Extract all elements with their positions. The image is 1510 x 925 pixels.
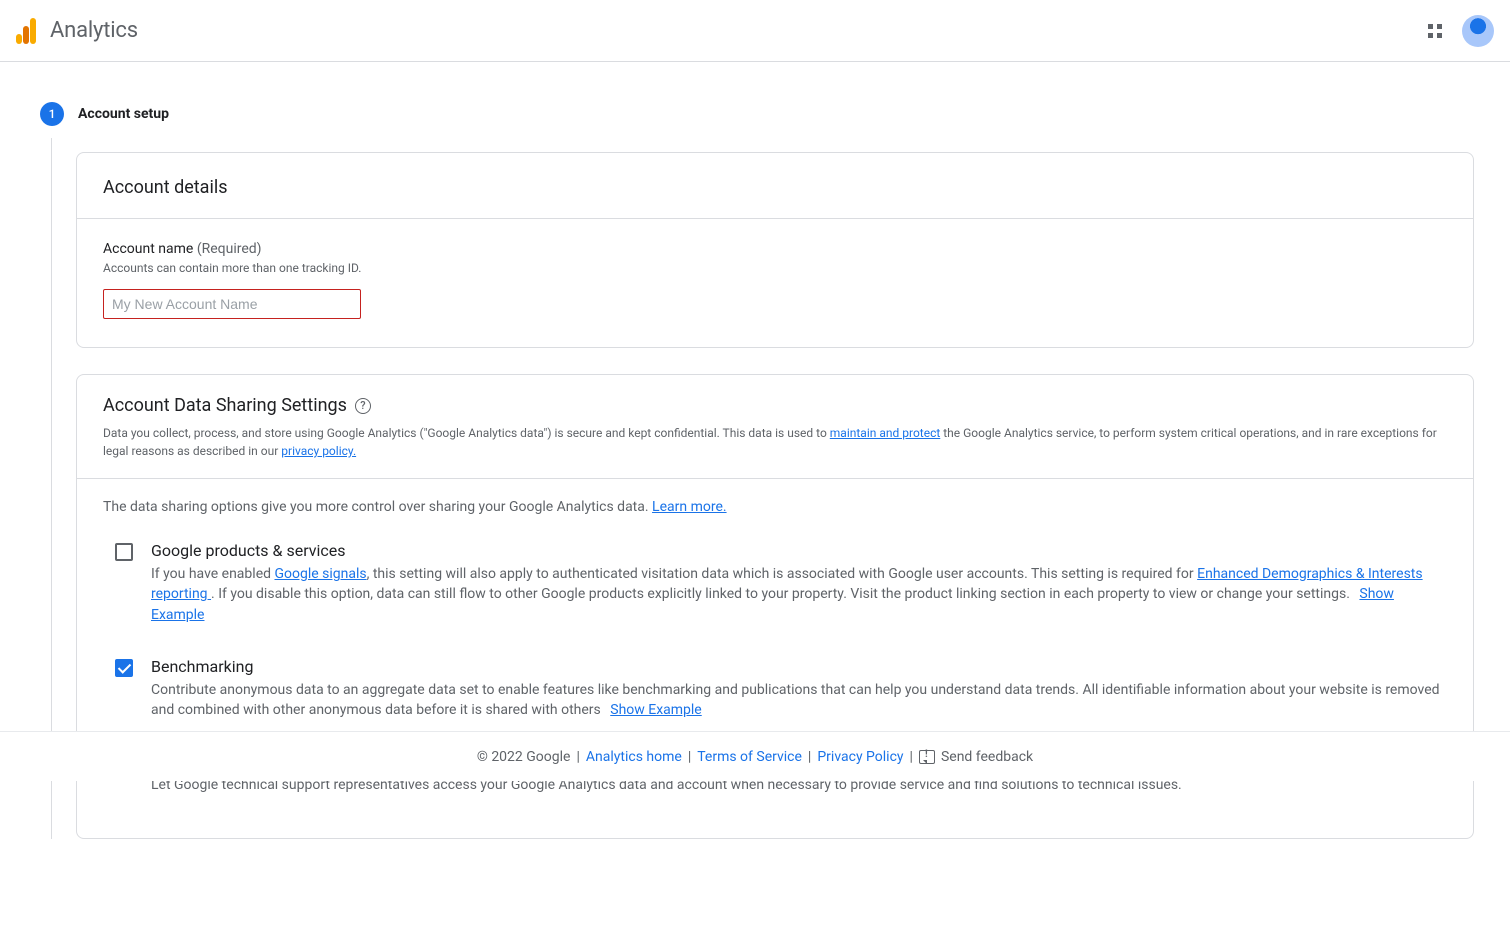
account-details-card: Account details Account name (Required) … [76, 152, 1474, 348]
product-name: Analytics [50, 18, 138, 43]
checkbox-benchmarking[interactable] [115, 659, 133, 677]
learn-more-link[interactable]: Learn more. [652, 499, 727, 515]
analytics-logo-icon [16, 18, 36, 44]
google-signals-link[interactable]: Google signals [274, 566, 366, 582]
account-avatar[interactable] [1462, 15, 1494, 47]
option-benchmarking: Benchmarking Contribute anonymous data t… [103, 657, 1447, 721]
header-left: Analytics [16, 18, 138, 44]
send-feedback-button[interactable]: Send feedback [919, 749, 1033, 765]
stepper-step-1: 1 Account setup [40, 102, 1474, 126]
analytics-home-link[interactable]: Analytics home [586, 749, 682, 765]
step-title: Account setup [78, 106, 169, 122]
apps-grid-icon[interactable] [1426, 22, 1444, 40]
checkbox-google-products[interactable] [115, 543, 133, 561]
help-icon[interactable]: ? [355, 398, 371, 414]
feedback-icon [919, 750, 935, 764]
account-details-title: Account details [103, 177, 1447, 198]
maintain-protect-link[interactable]: maintain and protect [830, 426, 941, 440]
data-sharing-title: Account Data Sharing Settings [103, 395, 347, 416]
sharing-intro: The data sharing options give you more c… [103, 499, 1447, 515]
option-description: Contribute anonymous data to an aggregat… [151, 680, 1447, 721]
privacy-policy-footer-link[interactable]: Privacy Policy [817, 749, 903, 765]
terms-of-service-link[interactable]: Terms of Service [697, 749, 802, 765]
account-name-hint: Accounts can contain more than one track… [103, 261, 1447, 275]
page-footer: © 2022 Google | Analytics home | Terms o… [0, 731, 1510, 781]
step-number-badge: 1 [40, 102, 64, 126]
account-name-input[interactable] [103, 289, 361, 319]
show-example-link[interactable]: Show Example [610, 702, 702, 718]
app-header: Analytics [0, 0, 1510, 62]
account-name-label: Account name (Required) [103, 241, 1447, 257]
option-description: If you have enabled Google signals, this… [151, 564, 1447, 625]
option-title: Google products & services [151, 541, 1447, 560]
main-content: 1 Account setup Account details Account … [0, 62, 1510, 925]
data-sharing-description: Data you collect, process, and store usi… [103, 424, 1447, 460]
privacy-policy-link[interactable]: privacy policy. [281, 444, 356, 458]
copyright: © 2022 Google [477, 749, 571, 765]
option-title: Benchmarking [151, 657, 1447, 676]
header-right [1426, 15, 1494, 47]
option-google-products: Google products & services If you have e… [103, 541, 1447, 625]
